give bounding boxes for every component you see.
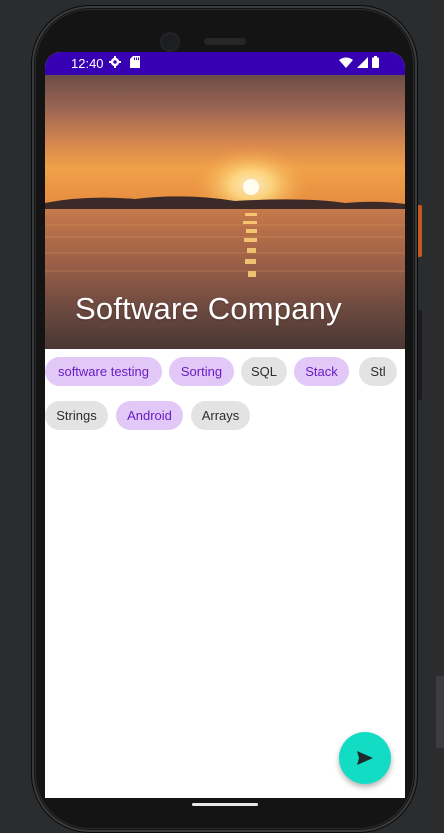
earpiece-speaker bbox=[204, 38, 246, 45]
sd-card-icon bbox=[130, 56, 140, 68]
power-button[interactable] bbox=[418, 205, 422, 257]
status-time: 12:40 bbox=[71, 56, 104, 71]
send-fab-button[interactable] bbox=[339, 732, 391, 784]
hero-image: Software Company bbox=[45, 75, 405, 349]
emulator-side-panel bbox=[436, 676, 444, 748]
gear-icon bbox=[109, 56, 121, 68]
send-icon bbox=[357, 751, 373, 765]
emulator-scene: 12:40 Software Company software testing … bbox=[0, 0, 444, 833]
status-bar: 12:40 bbox=[45, 52, 405, 75]
hero-title: Software Company bbox=[75, 291, 342, 326]
home-indicator[interactable] bbox=[192, 803, 258, 806]
signal-icon bbox=[357, 56, 368, 68]
wifi-icon bbox=[339, 57, 353, 68]
front-camera bbox=[162, 34, 178, 50]
chip-arrays[interactable]: Arrays bbox=[191, 401, 250, 430]
app-screen: 12:40 Software Company software testing … bbox=[45, 52, 405, 798]
chip-sorting[interactable]: Sorting bbox=[169, 357, 234, 386]
status-right-icons bbox=[339, 56, 379, 68]
battery-icon bbox=[372, 56, 379, 68]
chip-strings[interactable]: Strings bbox=[45, 401, 108, 430]
chip-software-testing[interactable]: software testing bbox=[45, 357, 162, 386]
status-left-icons bbox=[109, 56, 140, 68]
chip-android[interactable]: Android bbox=[116, 401, 183, 430]
chip-stack[interactable]: Stack bbox=[294, 357, 349, 386]
volume-button[interactable] bbox=[418, 310, 422, 400]
chip-stl[interactable]: Stl bbox=[359, 357, 397, 386]
chip-sql[interactable]: SQL bbox=[241, 357, 287, 386]
